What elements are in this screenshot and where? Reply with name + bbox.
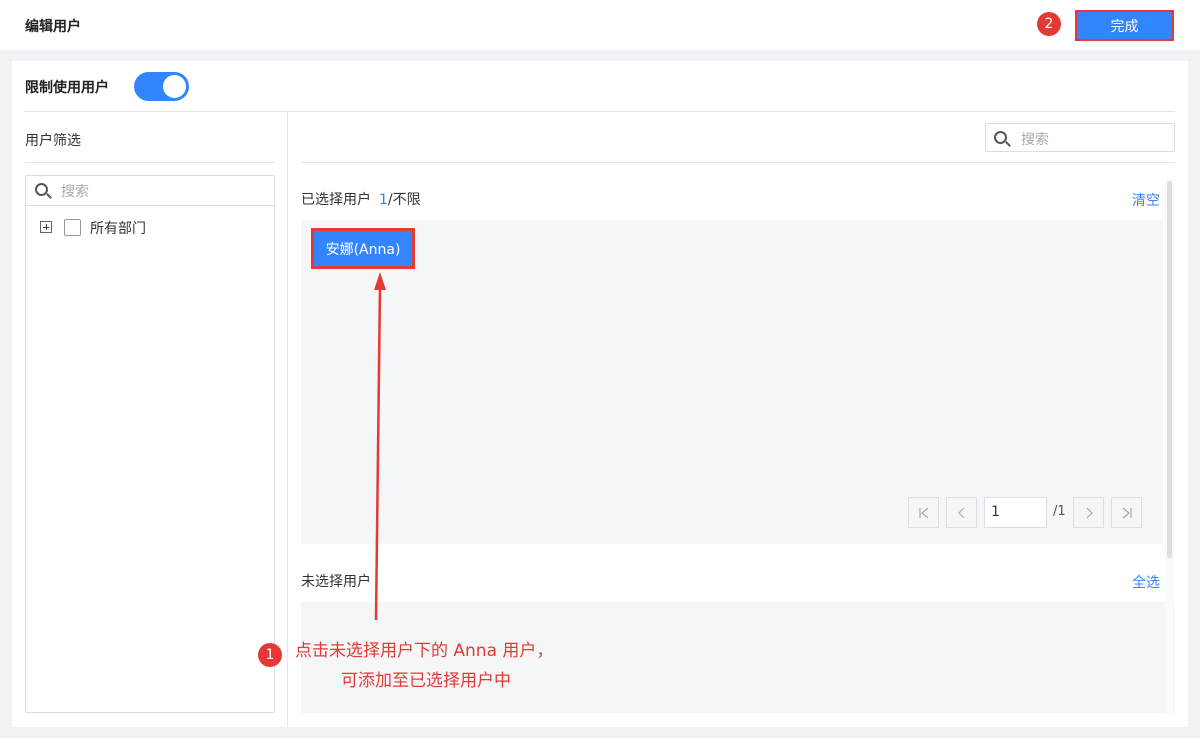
selected-users-area: 安娜(Anna)	[301, 220, 1163, 544]
divider	[25, 162, 275, 163]
next-page-button[interactable]	[1073, 497, 1104, 528]
edit-user-panel: 限制使用用户 用户筛选 搜索 所有部门 搜索 已选择用户 1/不限 清空 安娜(A…	[12, 61, 1188, 727]
page-number-input[interactable]: 1	[984, 497, 1047, 528]
first-page-button[interactable]	[908, 497, 939, 528]
step-2-badge: 2	[1037, 12, 1061, 36]
top-bar: 编辑用户 2 完成	[0, 0, 1200, 50]
last-page-icon	[1122, 507, 1132, 518]
column-divider	[287, 112, 288, 727]
search-icon	[994, 131, 1007, 144]
first-page-icon	[918, 507, 928, 518]
selected-users-label: 已选择用户	[301, 192, 371, 208]
restrict-users-toggle[interactable]	[134, 72, 189, 101]
last-page-button[interactable]	[1111, 497, 1142, 528]
annotation-text-line-2: 可添加至已选择用户中	[341, 671, 511, 691]
divider	[301, 162, 1175, 163]
toggle-knob	[163, 75, 186, 98]
search-icon	[35, 183, 48, 196]
restrict-users-label: 限制使用用户	[25, 80, 109, 96]
filter-search-placeholder: 搜索	[61, 184, 89, 200]
user-search-placeholder: 搜索	[1021, 132, 1049, 148]
select-all-link[interactable]: 全选	[1132, 572, 1160, 592]
expand-plus-icon[interactable]	[40, 221, 52, 233]
clear-selection-link[interactable]: 清空	[1132, 190, 1160, 210]
department-checkbox[interactable]	[64, 219, 81, 236]
user-filter-title: 用户筛选	[25, 133, 81, 149]
annotation-text-line-1: 点击未选择用户下的 Anna 用户，	[295, 641, 554, 661]
prev-page-button[interactable]	[946, 497, 977, 528]
selected-users-count: 1	[379, 192, 388, 208]
user-search-input[interactable]: 搜索	[985, 123, 1175, 152]
chevron-right-icon	[1086, 507, 1093, 518]
chevron-left-icon	[957, 507, 964, 518]
page-total: /1	[1053, 504, 1066, 519]
department-tree-panel: 搜索 所有部门	[25, 175, 275, 713]
done-button[interactable]: 完成	[1075, 10, 1174, 41]
step-1-badge: 1	[258, 643, 282, 667]
scrollbar-thumb[interactable]	[1167, 181, 1172, 558]
unselected-users-title: 未选择用户	[301, 574, 371, 590]
selected-user-chip[interactable]: 安娜(Anna)	[311, 228, 415, 269]
selected-users-title: 已选择用户 1/不限	[301, 189, 421, 209]
divider	[24, 111, 1175, 112]
filter-search-input[interactable]: 搜索	[26, 176, 274, 206]
selected-users-limit: /不限	[387, 192, 421, 208]
tree-item-label: 所有部门	[90, 221, 146, 237]
page-title: 编辑用户	[25, 19, 81, 35]
